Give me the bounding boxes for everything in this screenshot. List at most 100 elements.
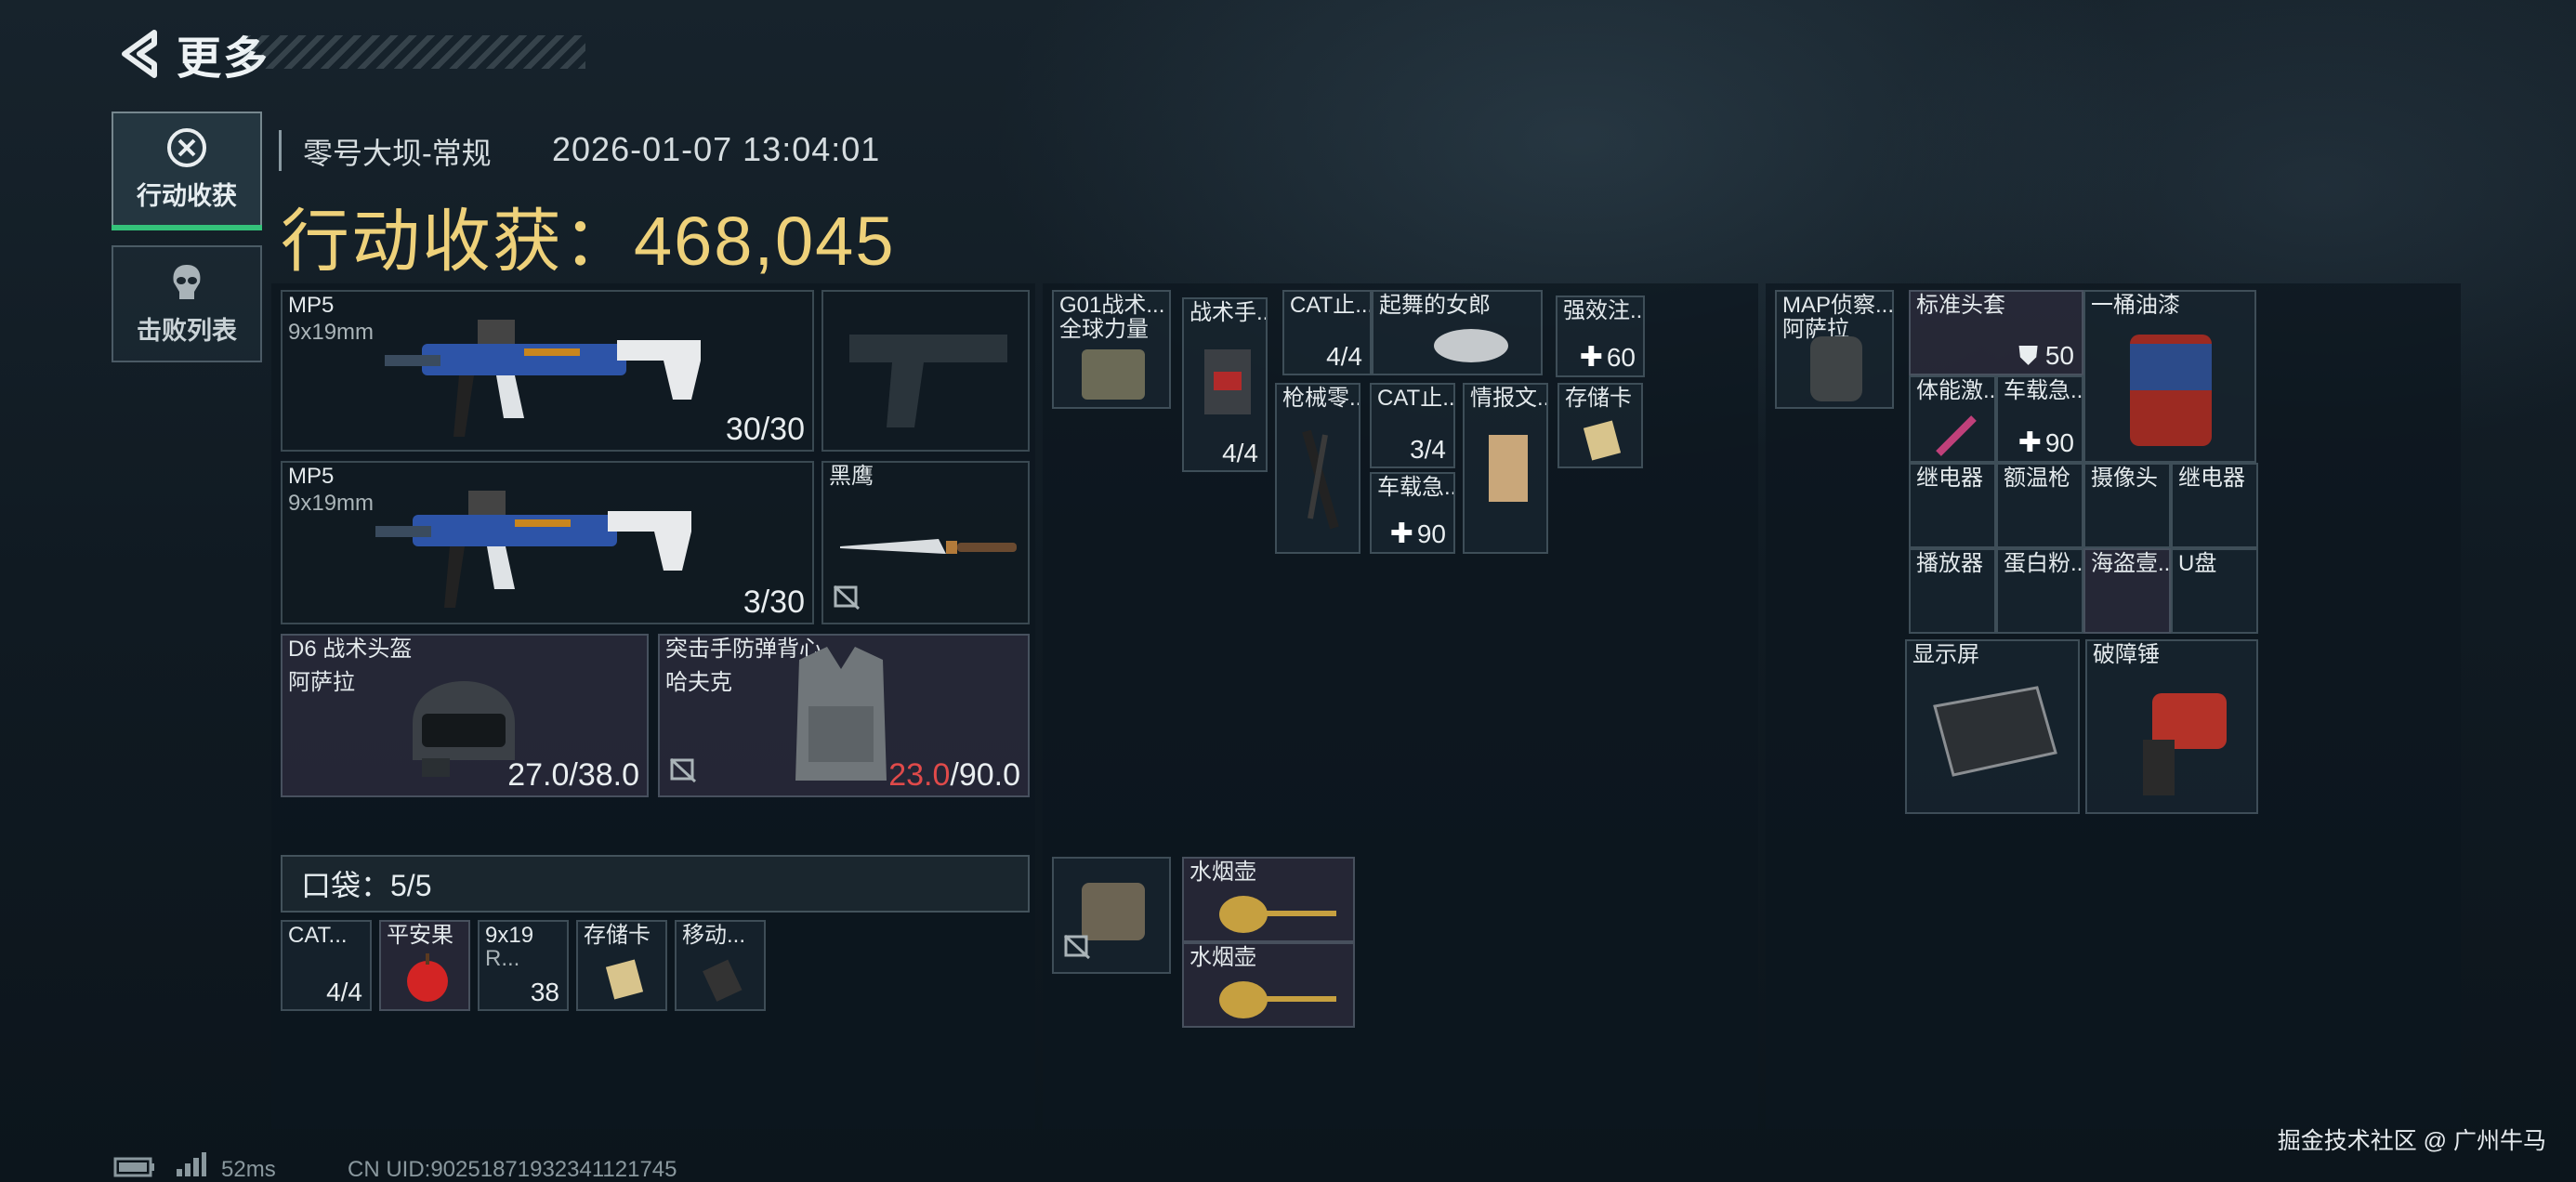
helmet-slot[interactable]: D6 战术头盔 阿萨拉 27.0/38.0 (281, 634, 649, 797)
backpack-item[interactable]: 蛋白粉... (1996, 548, 2083, 634)
item-name: 摄像头 (2091, 466, 2158, 491)
item-name: 战术手... (1189, 300, 1268, 325)
backpack-item[interactable]: 播放器 (1909, 548, 1996, 634)
item-name: 车载急... (2004, 378, 2083, 403)
rig-item[interactable]: 车载急... ✚ 90 (1370, 472, 1455, 554)
memory-card-icon (1584, 420, 1621, 461)
armor-slot[interactable]: 突击手防弹背心 哈夫克 23.0/90.0 (658, 634, 1030, 797)
item-count: ⛊ 50 (2018, 341, 2074, 372)
item-name: 体能激... (1916, 378, 1996, 403)
item-count: 38 (530, 978, 559, 1006)
item-name: U盘 (2178, 551, 2217, 576)
item-count: ✚ 90 (2018, 427, 2074, 459)
durability: 23.0/90.0 (888, 757, 1020, 794)
rig-item[interactable]: G01战术... 全球力量 (1052, 290, 1171, 409)
item-name: CAT止... (1377, 386, 1455, 411)
backpack-item[interactable]: 一桶油漆 (2083, 290, 2256, 463)
item-name: 强效注... (1563, 298, 1645, 323)
item-sub: 阿萨拉 (288, 670, 355, 695)
backpack-slot[interactable]: MAP侦察... 阿萨拉 (1775, 290, 1894, 409)
item-ammo: 9x19mm (288, 320, 375, 345)
primary-weapon-slot[interactable]: MP5 9x19mm 30/30 (281, 290, 814, 452)
backpack-item[interactable]: 继电器 (2171, 463, 2258, 548)
backpack-item[interactable]: 额温枪 (1996, 463, 2083, 548)
item-name: 情报文... (1470, 386, 1548, 411)
rig-item[interactable]: 枪械零... (1275, 383, 1360, 554)
pouch-item[interactable]: 水烟壶 (1182, 942, 1355, 1028)
syringe-icon (1936, 415, 1977, 456)
backpack-item[interactable]: 体能激... (1909, 375, 1996, 463)
item-name: 显示屏 (1912, 642, 1979, 667)
backpack-item[interactable]: 破障锤 (2085, 639, 2258, 814)
display-screen-icon (1933, 686, 2057, 777)
item-name: 播放器 (1916, 551, 1983, 576)
no-insure-icon (1063, 934, 1091, 965)
item-sub: 全球力量 (1059, 317, 1149, 342)
hookah-icon (1219, 896, 1336, 933)
paint-bucket-icon (2130, 335, 2212, 446)
rig-item[interactable]: CAT止... 4/4 (1282, 290, 1372, 375)
gain-value: 468,045 (634, 203, 896, 280)
pocket-item[interactable]: 平安果 (379, 920, 470, 1011)
backpack-item[interactable]: U盘 (2171, 548, 2258, 634)
item-name: 平安果 (387, 923, 453, 948)
item-name: CAT止... (1290, 293, 1372, 318)
item-name: 车载急... (1377, 475, 1455, 500)
pistol-silhouette-icon (849, 335, 1007, 427)
rig-icon (1082, 349, 1145, 400)
backpack-item[interactable]: 标准头套 ⛊ 50 (1909, 290, 2083, 375)
skull-icon (173, 264, 201, 299)
backpack-item[interactable]: 摄像头 (2083, 463, 2171, 548)
backpack-item[interactable]: 显示屏 (1905, 639, 2080, 814)
item-name: 存储卡 (1565, 386, 1632, 411)
raid-gain-total: 行动收获：468,045 (281, 186, 896, 285)
pistol-slot-empty[interactable] (821, 290, 1030, 452)
back-button[interactable] (112, 26, 167, 82)
pouch-slot[interactable] (1052, 857, 1171, 974)
pocket-item[interactable]: 存储卡 (576, 920, 667, 1011)
item-name: G01战术... (1059, 293, 1165, 318)
rig-item[interactable]: 强效注... ✚ 60 (1556, 296, 1645, 377)
durability: 27.0/38.0 (507, 757, 639, 793)
item-name: 蛋白粉... (2004, 551, 2083, 576)
item-count: 3/4 (1410, 435, 1446, 464)
backpack-item[interactable]: 车载急... ✚ 90 (1996, 375, 2083, 463)
item-count: 4/4 (1222, 439, 1258, 467)
backpack-item[interactable]: 继电器 (1909, 463, 1996, 548)
durability-current: 23.0 (888, 757, 951, 793)
active-tab-indicator (112, 225, 262, 230)
apple-icon (407, 953, 448, 1002)
rig-item[interactable]: 存储卡 (1557, 383, 1643, 468)
dancer-figurine-icon (1434, 329, 1508, 362)
rig-item[interactable]: 起舞的女郎 (1372, 290, 1543, 375)
back-arrow-icon (122, 30, 157, 78)
item-name: MAP侦察... (1782, 293, 1894, 318)
tab-kill-list[interactable]: 击败列表 (112, 245, 262, 362)
item-name: 起舞的女郎 (1379, 293, 1491, 318)
count-value: 60 (1606, 343, 1636, 372)
pocket-item[interactable]: 9x19 R... 38 (478, 920, 569, 1011)
item-name: 标准头套 (1916, 293, 2005, 318)
watermark: 掘金技术社区 @ 广州牛马 (2277, 1128, 2546, 1154)
melee-slot[interactable]: 黑鹰 (821, 461, 1030, 624)
pocket-item[interactable]: 移动... (675, 920, 766, 1011)
count-value: 90 (1416, 519, 1446, 548)
heal-plus-icon: ✚ (2017, 427, 2042, 458)
backpack-icon (1810, 336, 1862, 401)
signal-icon (177, 1152, 206, 1176)
backpack-item[interactable]: 海盗壹... (2083, 548, 2171, 634)
pocket-item[interactable]: CAT... 4/4 (281, 920, 372, 1011)
tab-raid-gains[interactable]: 行动收获 (112, 112, 262, 227)
rig-item[interactable]: 战术手... 4/4 (1182, 297, 1268, 472)
shield-icon: ⛊ (2018, 341, 2045, 370)
item-sub: 哈夫克 (665, 670, 732, 695)
helmet-icon (413, 681, 515, 777)
smg-icon (385, 320, 701, 437)
raid-datetime: 2026-01-07 13:04:01 (552, 130, 881, 168)
item-ammo: 9x19mm (288, 491, 375, 516)
secondary-weapon-slot[interactable]: MP5 9x19mm 3/30 (281, 461, 814, 624)
rig-item[interactable]: 情报文... (1463, 383, 1548, 554)
rig-item[interactable]: CAT止... 3/4 (1370, 383, 1455, 468)
memory-card-icon (606, 959, 643, 1000)
pouch-item[interactable]: 水烟壶 (1182, 857, 1355, 942)
